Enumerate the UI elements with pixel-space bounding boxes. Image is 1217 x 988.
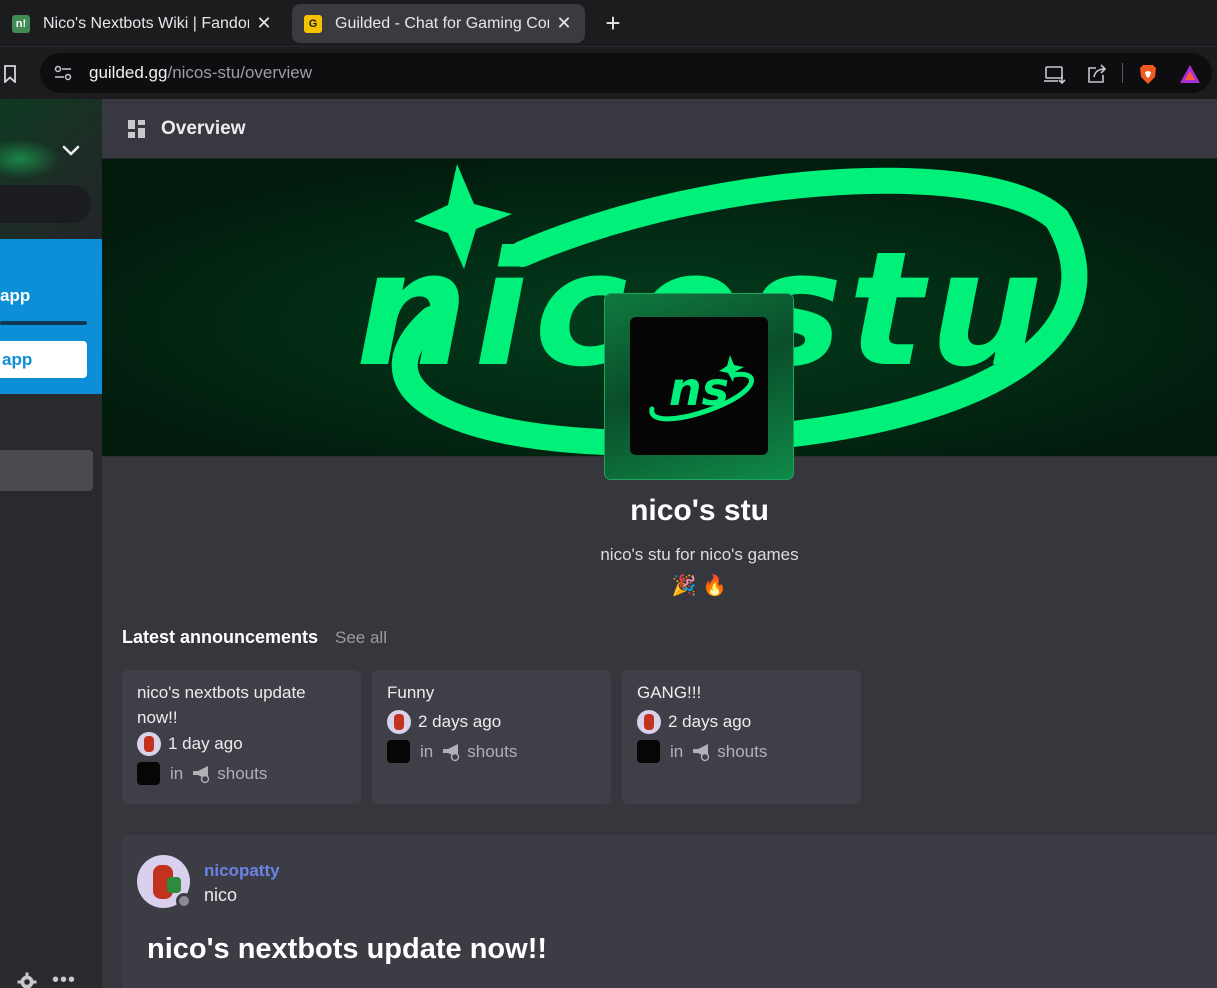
announcement-title: nico's nextbots update now!! [137,683,306,727]
announcements-heading: Latest announcements [122,627,319,647]
tab-guilded[interactable]: G Guilded - Chat for Gaming Comm ✕ [292,4,585,43]
channel-name: shouts [467,741,518,761]
sidebar-search-input[interactable] [0,185,91,223]
guilded-favicon: G [304,14,322,33]
user-avatar [387,710,411,734]
channel-name: shouts [717,741,768,761]
promo-text: app [0,286,31,305]
announcement-post: nicopatty nico nico's nextbots update no… [122,835,1217,988]
server-mini-avatar [137,762,160,785]
overview-grid-icon [128,120,145,138]
megaphone-icon [443,743,460,761]
megaphone-icon [693,743,710,761]
brave-rewards-icon[interactable] [1179,63,1201,85]
tab-title: Nico's Nextbots Wiki | Fandom [43,14,249,32]
server-name: nico's stu [630,494,769,527]
logo-letters: ns [669,362,729,416]
browser-toolbar: guilded.gg/nicos-stu/overview [0,46,1217,99]
site-settings-icon[interactable] [54,65,72,81]
new-tab-button[interactable]: + [600,8,626,38]
server-mini-avatar [637,740,660,763]
announcement-channel[interactable]: in shouts [137,762,267,785]
gear-icon[interactable] [17,972,37,988]
announcement-time: 1 day ago [168,734,243,753]
toolbar-divider [1122,63,1123,83]
url-path: /nicos-stu/overview [167,63,313,82]
tab-title: Guilded - Chat for Gaming Comm [335,14,549,32]
address-bar[interactable]: guilded.gg/nicos-stu/overview [40,53,1212,93]
url-text: guilded.gg/nicos-stu/overview [89,63,312,83]
see-all-link[interactable]: See all [335,628,387,648]
close-tab-icon[interactable]: ✕ [555,13,573,34]
announcement-title: Funny [387,683,435,702]
announcement-meta: 2 days ago [387,710,501,734]
url-host: guilded.gg [89,63,168,82]
presence-status-indicator [176,893,192,909]
channel-header: Overview [102,99,1217,159]
chevron-down-icon[interactable] [60,139,82,161]
announcement-time: 2 days ago [668,712,752,731]
bookmark-icon[interactable] [3,65,17,83]
fandom-favicon: n! [12,14,30,33]
announcement-title: GANG!!! [637,683,702,702]
sidebar-item-selected[interactable] [0,450,93,491]
server-logo: ns [630,317,768,455]
server-header[interactable] [0,99,102,239]
ns-logo-icon: ns [649,355,754,422]
share-icon[interactable] [1086,63,1108,85]
server-sidebar: app app ••• [0,99,102,988]
announcement-card[interactable]: nico's nextbots update now!! 1 day ago i… [122,670,361,804]
download-app-button-label: app [2,350,33,369]
in-label: in [670,741,684,761]
server-mini-avatar [387,740,410,763]
author-username[interactable]: nicopatty [204,861,280,881]
announcement-channel[interactable]: in shouts [637,740,767,763]
download-app-promo: app app [0,239,102,394]
download-app-button[interactable]: app [0,341,87,378]
user-avatar [637,710,661,734]
server-description-emojis: 🎉 🔥 [671,575,728,597]
install-app-icon[interactable] [1044,63,1066,85]
announcement-card[interactable]: Funny 2 days ago in shouts [372,670,611,804]
server-avatar-frame: ns [605,294,793,479]
tab-fandom[interactable]: n! Nico's Nextbots Wiki | Fandom ✕ [0,4,285,43]
announcement-channel[interactable]: in shouts [387,740,517,763]
announcement-card[interactable]: GANG!!! 2 days ago in shouts [622,670,861,804]
brave-shield-icon[interactable] [1137,63,1159,85]
main-content: Overview nicostu ns [102,99,1217,988]
close-tab-icon[interactable]: ✕ [255,13,273,34]
promo-progress-bar [0,321,87,325]
megaphone-icon [193,765,210,783]
user-avatar [137,732,161,756]
more-icon[interactable]: ••• [52,969,76,988]
announcement-time: 2 days ago [418,712,502,731]
channel-name: shouts [217,763,268,783]
in-label: in [420,741,434,761]
page-title: Overview [161,118,246,139]
in-label: in [170,763,184,783]
announcement-meta: 2 days ago [637,710,751,734]
announcement-meta: 1 day ago [137,732,243,756]
author-display-name: nico [204,885,238,905]
post-title: nico's nextbots update now!! [147,933,548,965]
server-description: nico's stu for nico's games [600,545,799,564]
browser-tab-strip: n! Nico's Nextbots Wiki | Fandom ✕ G Gui… [0,0,1217,46]
server-banner-glow [0,139,60,179]
